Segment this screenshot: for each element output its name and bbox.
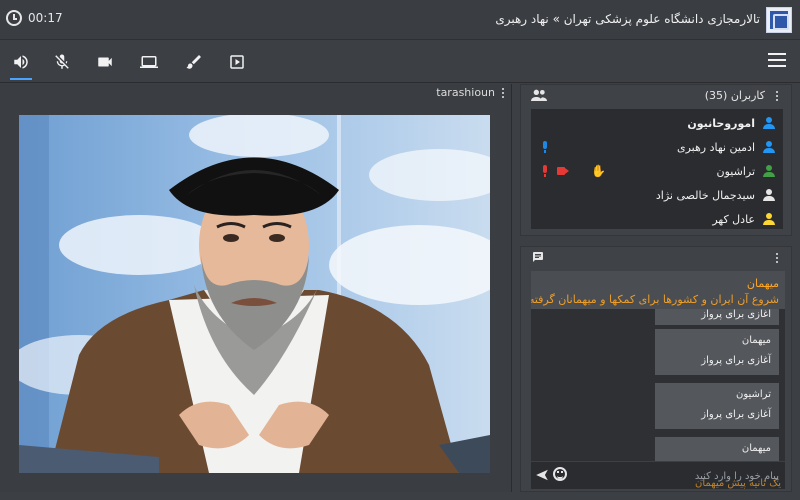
message-text: آغازی برای پرواز [701, 409, 771, 420]
emoji-icon[interactable] [553, 467, 567, 481]
video-options-icon[interactable] [501, 87, 505, 99]
user-row[interactable]: عادل کهر [537, 207, 777, 231]
media-button[interactable] [224, 49, 250, 75]
user-name: تراشیون [716, 164, 755, 178]
message-text: آغازی برای پرواز [701, 355, 771, 366]
video-header: tarashioun [436, 86, 505, 99]
camera-button[interactable] [92, 49, 118, 75]
chat-icon [533, 252, 543, 262]
message-sender: میهمان [741, 443, 771, 454]
top-header: 00:17 تالارمجازی دانشگاه علوم پزشکی تهرا… [0, 0, 800, 40]
chat-messages[interactable]: آغازی برای پرواز میهمان آغازی برای پرواز… [531, 309, 785, 461]
user-name: ادمین نهاد رهبری [676, 140, 755, 154]
clock-icon [6, 10, 22, 26]
message-sender: تراشیون [736, 389, 771, 400]
chat-body: میهمان شروع آن ایران و کشورها برای کمکها… [531, 271, 785, 491]
chat-message: میهمان آغازی برای پرواز [655, 329, 779, 375]
user-name: سیدجمال خالصی نژاد [655, 188, 755, 202]
user-icon [763, 213, 775, 225]
chat-footer-text: یک ثانیه پیش میهمان [695, 478, 781, 489]
volume-icon [14, 55, 28, 69]
users-list: اموروحانیون ادمین نهاد رهبری تراشیون ✋ س… [531, 109, 783, 229]
message-text: آغازی برای پرواز [701, 309, 771, 320]
session-timer: 00:17 [6, 10, 63, 26]
chat-panel-header [521, 247, 791, 269]
room-title: تالارمجازی دانشگاه علوم پزشکی تهران » نه… [495, 12, 760, 26]
chat-message: تراشیون آغازی برای پرواز [655, 383, 779, 429]
user-row[interactable]: ادمین نهاد رهبری [537, 135, 777, 159]
user-icon [763, 189, 775, 201]
chat-options-icon[interactable] [775, 252, 779, 264]
volume-button[interactable] [8, 49, 34, 80]
chat-message: آغازی برای پرواز [655, 309, 779, 325]
users-title: کاربران (35) [704, 89, 765, 102]
user-icon [763, 141, 775, 153]
send-icon[interactable] [535, 468, 549, 482]
toolbar [0, 41, 800, 83]
user-name: عادل کهر [712, 212, 755, 226]
menu-icon[interactable] [768, 53, 786, 67]
chat-message: میهمان [655, 437, 779, 461]
user-row[interactable]: تراشیون ✋ [537, 159, 777, 183]
play-icon [230, 55, 244, 69]
message-sender: میهمان [741, 335, 771, 346]
mic-off-icon [55, 54, 69, 69]
chat-panel: میهمان شروع آن ایران و کشورها برای کمکها… [520, 246, 792, 492]
users-panel: کاربران (35) اموروحانیون ادمین نهاد رهبر… [520, 84, 792, 236]
screen-share-button[interactable] [136, 49, 162, 75]
pinned-message: میهمان شروع آن ایران و کشورها برای کمکها… [531, 271, 785, 311]
user-name: اموروحانیون [687, 116, 755, 130]
microphone-button[interactable] [49, 49, 75, 75]
camera-off-icon [557, 167, 569, 175]
timer-value: 00:17 [28, 11, 63, 25]
users-icon [531, 89, 547, 101]
user-icon [763, 117, 775, 129]
brush-icon [186, 55, 201, 69]
video-panel: tarashioun [0, 84, 512, 492]
presenter-name: tarashioun [436, 86, 495, 99]
pinned-text: شروع آن ایران و کشورها برای کمکها و میهم… [531, 293, 779, 306]
university-logo [766, 7, 792, 33]
whiteboard-button[interactable] [181, 49, 207, 75]
user-row[interactable]: اموروحانیون [537, 111, 777, 135]
user-icon [763, 165, 775, 177]
users-panel-header: کاربران (35) [521, 85, 791, 107]
mic-muted-icon [541, 165, 549, 177]
camera-icon [98, 57, 112, 67]
hand-raise-icon: ✋ [591, 164, 606, 178]
speaker-video-image [19, 115, 490, 473]
pinned-sender: میهمان [746, 277, 779, 290]
laptop-icon [140, 56, 158, 68]
video-stream[interactable] [19, 115, 490, 473]
user-row[interactable]: سیدجمال خالصی نژاد [537, 183, 777, 207]
mic-on-icon [541, 141, 549, 153]
users-options-icon[interactable] [775, 90, 779, 102]
